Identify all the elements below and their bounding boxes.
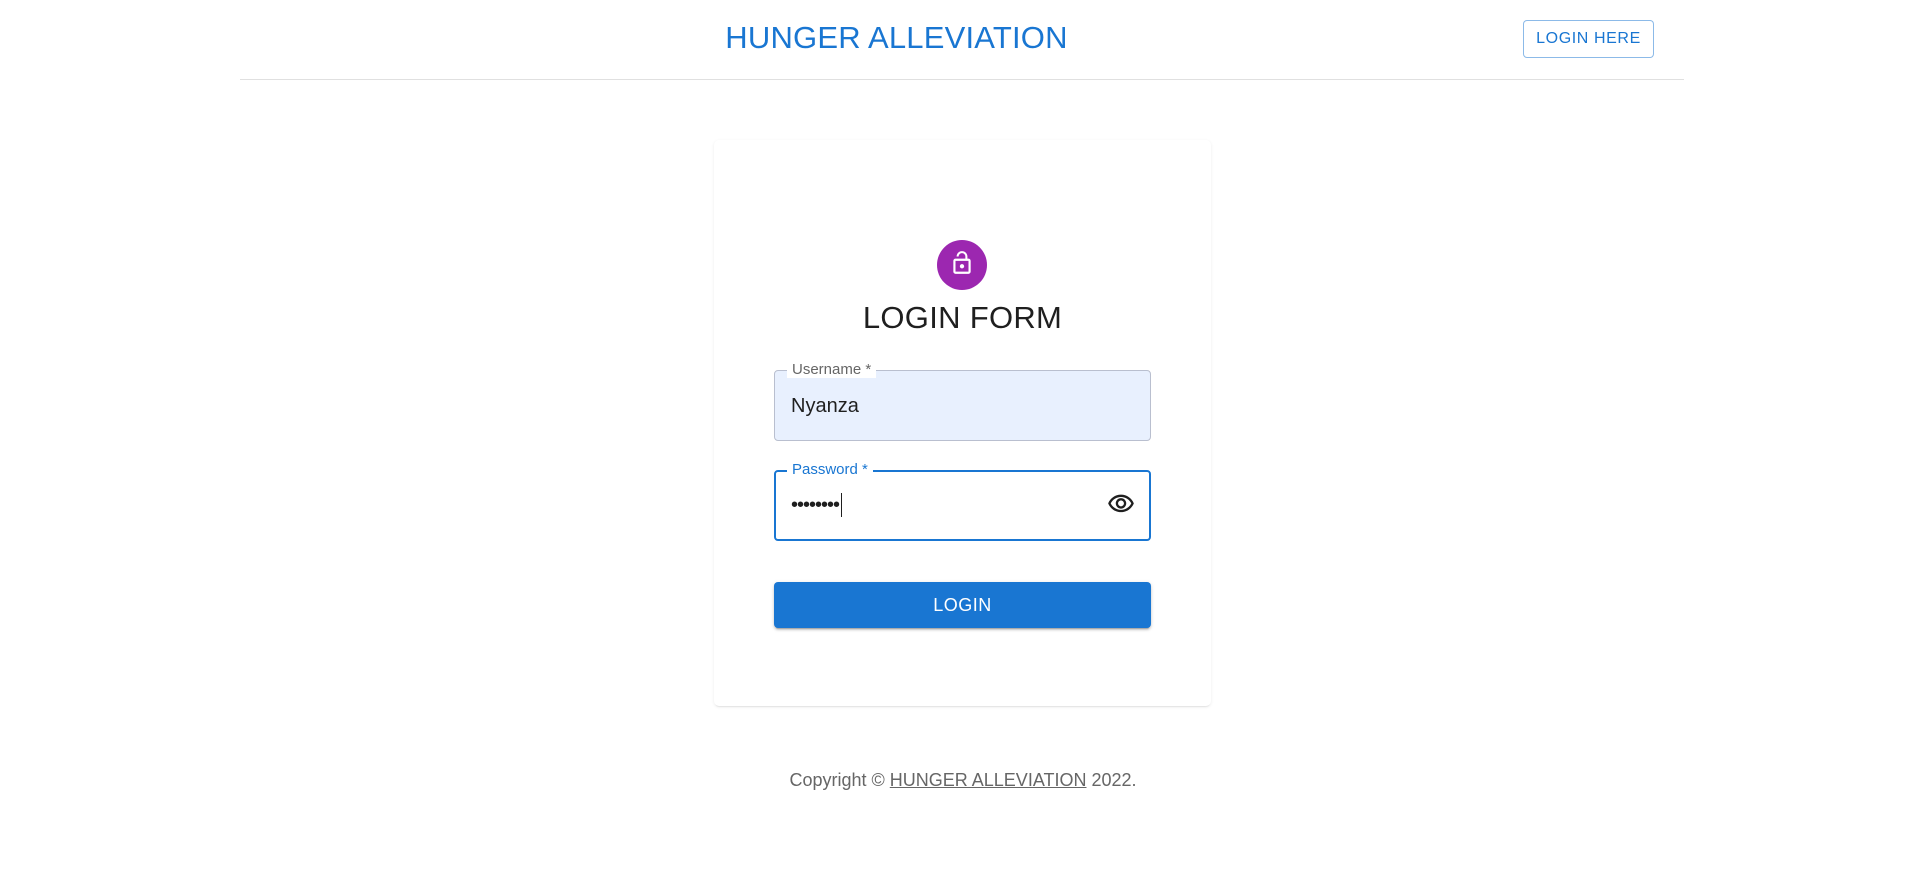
password-value[interactable]: •••••••• <box>791 493 843 517</box>
login-submit-button[interactable]: LOGIN <box>774 582 1151 628</box>
footer-site-link[interactable]: HUNGER ALLEVIATION <box>890 770 1087 790</box>
password-field[interactable]: Password * •••••••• <box>774 462 1151 541</box>
form-title: LOGIN FORM <box>862 300 1063 335</box>
copyright-footer: Copyright © HUNGER ALLEVIATION 2022. <box>0 770 1911 791</box>
username-label: Username * <box>787 362 877 378</box>
username-value[interactable]: Nyanza <box>791 395 859 418</box>
toggle-password-visibility-button[interactable] <box>1105 490 1137 522</box>
copyright-prefix: Copyright © <box>789 770 890 790</box>
text-caret <box>841 493 843 517</box>
login-page: HUNGER ALLEVIATION LOGIN HERE LOGIN FORM… <box>0 0 1911 880</box>
login-here-button[interactable]: LOGIN HERE <box>1523 20 1654 58</box>
password-masked-text: •••••••• <box>791 493 840 516</box>
password-label: Password * <box>787 462 873 478</box>
lock-open-icon <box>949 250 975 281</box>
app-header: HUNGER ALLEVIATION LOGIN HERE <box>240 0 1684 80</box>
username-field[interactable]: Username * Nyanza <box>774 362 1151 441</box>
visibility-eye-icon <box>1107 490 1135 523</box>
login-card: LOGIN FORM Username * Nyanza Password * … <box>714 140 1211 706</box>
copyright-suffix: 2022. <box>1086 770 1137 790</box>
site-title: HUNGER ALLEVIATION <box>725 20 1068 55</box>
lock-avatar <box>937 240 987 290</box>
